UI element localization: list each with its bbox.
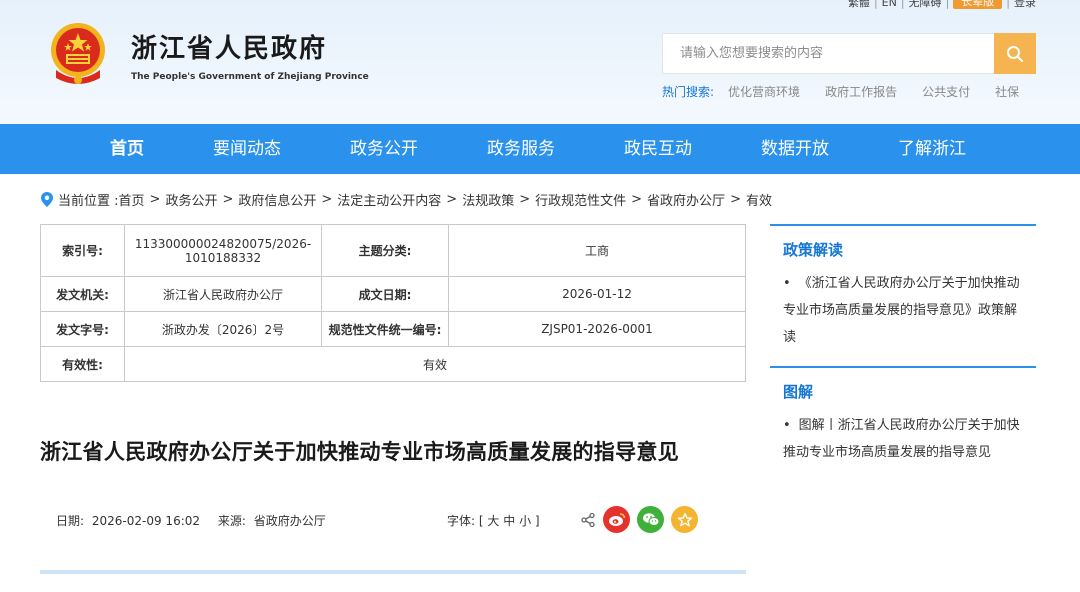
- weibo-share-button[interactable]: [603, 506, 630, 533]
- article-meta: 日期: 2026-02-09 16:02 来源: 省政府办公厅: [56, 512, 330, 529]
- date-value: 2026-02-09 16:02: [91, 514, 201, 528]
- issuer-label: 发文机关:: [40, 276, 125, 312]
- policy-interpretation-panel: 政策解读 • 《浙江省人民政府办公厅关于加快推动专业市场高质量发展的指导意见》政策…: [770, 224, 1036, 354]
- hot-search: 热门搜索: 优化营商环境 政府工作报告 公共支付 社保: [662, 83, 1044, 100]
- graphic-interpretation-link[interactable]: 图解丨浙江省人民政府办公厅关于加快推动专业市场高质量发展的指导意见: [783, 418, 1020, 460]
- breadcrumb-item[interactable]: 有效: [746, 190, 772, 209]
- nav-item-open-data[interactable]: 数据开放: [761, 124, 829, 174]
- top-utility-bar: 繁體 | EN | 无障碍 | 长辈版 | 登录: [848, 0, 1036, 10]
- nav-item-home[interactable]: 首页: [110, 124, 144, 174]
- topic-value: 工商: [448, 224, 746, 277]
- font-small-button[interactable]: 小: [519, 514, 531, 528]
- graphic-interpretation-panel: 图解 • 图解丨浙江省人民政府办公厅关于加快推动专业市场高质量发展的指导意见: [770, 366, 1036, 484]
- site-subtitle: The People's Government of Zhejiang Prov…: [131, 72, 369, 82]
- wechat-icon: [642, 513, 659, 526]
- policy-interpretation-link[interactable]: 《浙江省人民政府办公厅关于加快推动专业市场高质量发展的指导意见》政策解读: [783, 276, 1020, 345]
- docno-label: 发文字号:: [40, 311, 125, 347]
- share-icon[interactable]: [580, 512, 596, 528]
- login-link[interactable]: 登录: [1014, 0, 1036, 10]
- breadcrumb-item[interactable]: 行政规范性文件: [535, 190, 626, 209]
- nav-item-gov-services[interactable]: 政务服务: [487, 124, 555, 174]
- search-box: [662, 33, 1036, 74]
- breadcrumb-item[interactable]: 省政府办公厅: [647, 190, 725, 209]
- site-title[interactable]: 浙江省人民政府: [131, 28, 327, 65]
- hot-search-item[interactable]: 政府工作报告: [825, 83, 897, 100]
- hot-search-item[interactable]: 社保: [995, 83, 1019, 100]
- table-row: 有效性: 有效: [40, 346, 746, 382]
- font-large-button[interactable]: 大: [487, 514, 499, 528]
- hot-search-item[interactable]: 优化营商环境: [728, 83, 800, 100]
- nav-item-gov-affairs-open[interactable]: 政务公开: [350, 124, 418, 174]
- favorite-button[interactable]: [671, 506, 698, 533]
- validity-value: 有效: [124, 346, 746, 382]
- issuer-value: 浙江省人民政府办公厅: [124, 276, 322, 312]
- search-icon: [1007, 45, 1023, 62]
- site-header: 繁體 | EN | 无障碍 | 长辈版 | 登录 浙江省人民政府 The Peo…: [0, 0, 1080, 124]
- nav-item-news[interactable]: 要闻动态: [213, 124, 281, 174]
- date-value: 2026-01-12: [448, 276, 746, 312]
- code-label: 规范性文件统一编号:: [321, 311, 449, 347]
- hot-search-item[interactable]: 公共支付: [922, 83, 970, 100]
- accessibility-link[interactable]: 无障碍: [909, 0, 942, 10]
- hot-search-label: 热门搜索:: [662, 85, 715, 99]
- main-nav: 首页 要闻动态 政务公开 政务服务 政民互动 数据开放 了解浙江: [0, 124, 1080, 174]
- search-button[interactable]: [994, 33, 1036, 74]
- weibo-icon: [608, 513, 625, 526]
- content-divider: [40, 570, 746, 574]
- article-title: 浙江省人民政府办公厅关于加快推动专业市场高质量发展的指导意见: [40, 440, 679, 464]
- table-row: 发文字号: 浙政办发〔2026〕2号 规范性文件统一编号: ZJSP01-202…: [40, 311, 746, 347]
- docno-value: 浙政办发〔2026〕2号: [124, 311, 322, 347]
- date-label: 日期:: [56, 514, 85, 528]
- font-size-switcher: 字体: [ 大 中 小 ]: [447, 514, 540, 528]
- topic-label: 主题分类:: [321, 224, 449, 277]
- document-info-table: 索引号: 113300000024820075/2026-1010188332 …: [40, 224, 746, 382]
- code-value: ZJSP01-2026-0001: [448, 311, 746, 347]
- source-label: 来源:: [217, 514, 246, 528]
- date-label: 成文日期:: [321, 276, 449, 312]
- national-emblem-icon[interactable]: [46, 20, 110, 88]
- breadcrumb: 当前位置 : 首页 > 政务公开 > 政府信息公开 > 法定主动公开内容 > 法…: [41, 190, 772, 209]
- english-link[interactable]: EN: [882, 0, 897, 9]
- search-input[interactable]: [663, 34, 995, 73]
- panel-heading: 政策解读: [783, 241, 844, 259]
- breadcrumb-item[interactable]: 政府信息公开: [238, 190, 316, 209]
- font-label: 字体:: [447, 514, 476, 528]
- font-medium-button[interactable]: 中: [503, 514, 515, 528]
- elder-version-button[interactable]: 长辈版: [953, 0, 1003, 9]
- nav-item-about-zhejiang[interactable]: 了解浙江: [898, 124, 966, 174]
- index-value: 113300000024820075/2026-1010188332: [124, 224, 322, 277]
- breadcrumb-item[interactable]: 法定主动公开内容: [337, 190, 441, 209]
- star-icon: [677, 512, 692, 527]
- validity-label: 有效性:: [40, 346, 125, 382]
- wechat-share-button[interactable]: [637, 506, 664, 533]
- share-bar: [580, 506, 698, 533]
- location-pin-icon: [41, 192, 53, 207]
- breadcrumb-item[interactable]: 首页: [119, 190, 145, 209]
- source-value: 省政府办公厅: [253, 514, 326, 528]
- panel-heading: 图解: [783, 383, 814, 401]
- breadcrumb-prefix: 当前位置 :: [58, 194, 119, 209]
- nav-item-interaction[interactable]: 政民互动: [624, 124, 692, 174]
- traditional-chinese-link[interactable]: 繁體: [848, 0, 870, 10]
- table-row: 发文机关: 浙江省人民政府办公厅 成文日期: 2026-01-12: [40, 276, 746, 312]
- breadcrumb-item[interactable]: 政务公开: [165, 190, 217, 209]
- index-label: 索引号:: [40, 224, 125, 277]
- breadcrumb-item[interactable]: 法规政策: [462, 190, 514, 209]
- table-row: 索引号: 113300000024820075/2026-1010188332 …: [40, 224, 746, 277]
